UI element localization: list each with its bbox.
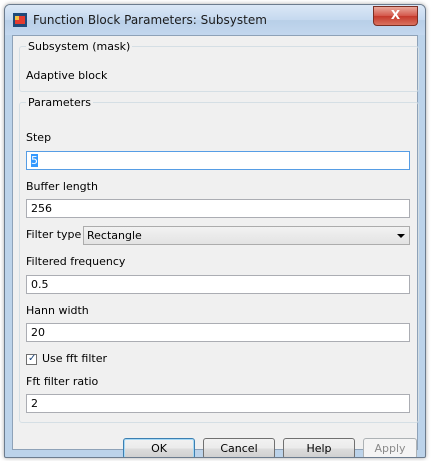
dialog-window: Function Block Parameters: Subsystem X S… xyxy=(4,4,426,458)
title-bar[interactable]: Function Block Parameters: Subsystem X xyxy=(5,5,425,35)
use-fft-filter-checkbox[interactable]: ✓ xyxy=(26,353,37,365)
chevron-down-icon xyxy=(397,234,405,238)
filtered-frequency-label: Filtered frequency xyxy=(26,255,126,268)
parameters-group-legend: Parameters xyxy=(28,96,91,109)
simulink-block-icon xyxy=(13,13,27,27)
filtered-frequency-input[interactable]: 0.5 xyxy=(26,275,410,294)
filter-type-value: Rectangle xyxy=(87,229,142,242)
cancel-button[interactable]: Cancel xyxy=(203,438,275,457)
buffer-length-label: Buffer length xyxy=(26,180,98,193)
filter-type-label: Filter type xyxy=(26,228,82,241)
hann-width-label: Hann width xyxy=(26,304,89,317)
mask-group-legend: Subsystem (mask) xyxy=(28,40,131,53)
fft-filter-ratio-input[interactable]: 2 xyxy=(26,394,410,413)
use-fft-filter-label[interactable]: Use fft filter xyxy=(42,352,107,365)
close-button[interactable]: X xyxy=(373,6,418,26)
step-value: 5 xyxy=(31,154,38,167)
mask-group: Subsystem (mask) Adaptive block xyxy=(19,40,419,92)
window-title: Function Block Parameters: Subsystem xyxy=(33,13,267,27)
close-icon: X xyxy=(390,8,401,22)
dialog-body: Subsystem (mask) Adaptive block Paramete… xyxy=(12,35,419,457)
checkmark-icon: ✓ xyxy=(28,353,37,364)
mask-description: Adaptive block xyxy=(26,69,108,82)
parameters-group: Parameters Step 5 Buffer length 256 Filt… xyxy=(19,96,419,423)
help-button[interactable]: Help xyxy=(283,438,355,457)
buffer-length-input[interactable]: 256 xyxy=(26,199,410,218)
step-label: Step xyxy=(26,131,52,144)
step-input[interactable]: 5 xyxy=(26,151,410,170)
apply-button: Apply xyxy=(363,438,417,457)
ok-button[interactable]: OK xyxy=(123,438,195,457)
hann-width-input[interactable]: 20 xyxy=(26,323,410,342)
fft-filter-ratio-label: Fft filter ratio xyxy=(26,375,99,388)
filter-type-select[interactable]: Rectangle xyxy=(83,226,410,245)
